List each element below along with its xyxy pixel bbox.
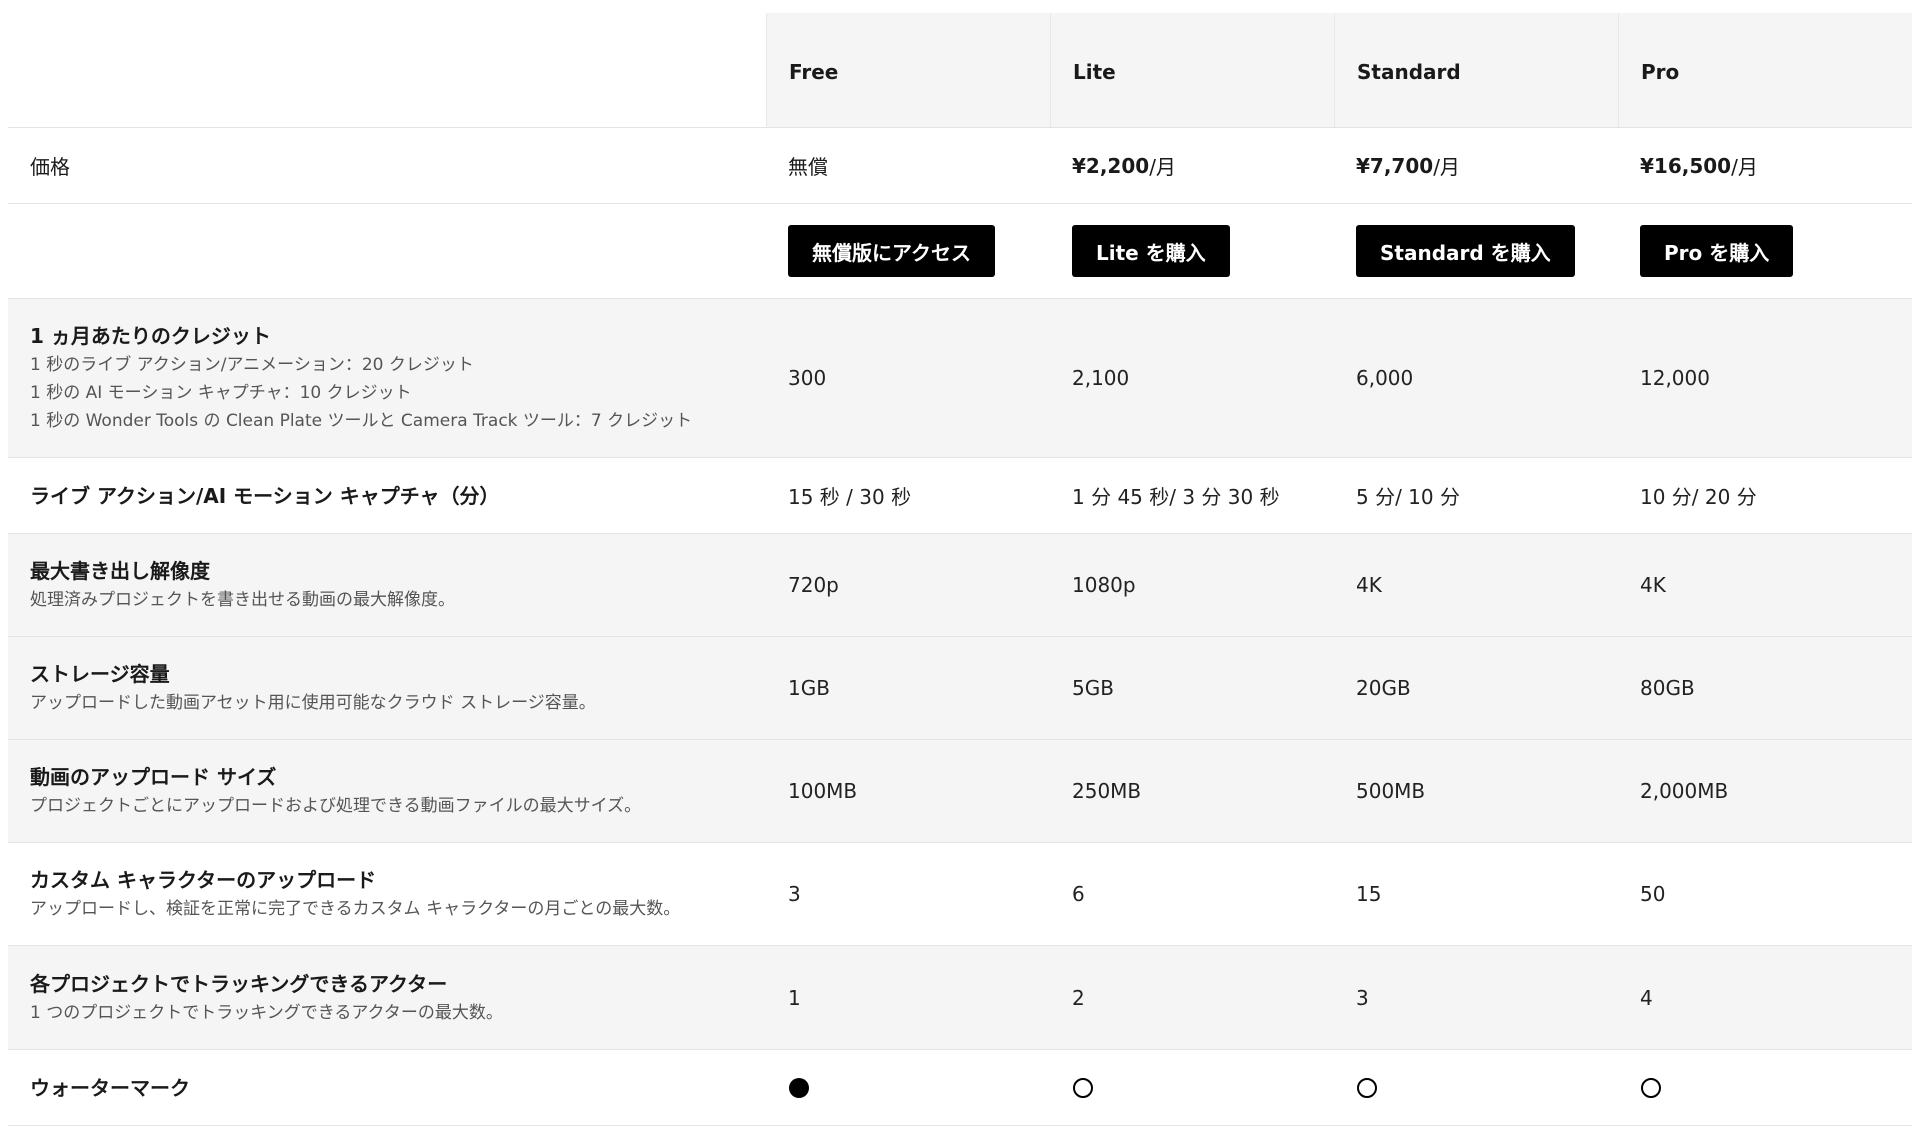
button-cell-lite: Lite を購入 <box>1050 204 1334 298</box>
buy-buttons-row: 無償版にアクセス Lite を購入 Standard を購入 Pro を購入 <box>8 204 1912 299</box>
feature-row-upload-size: 動画のアップロード サイズ プロジェクトごとにアップロードおよび処理できる動画フ… <box>8 740 1912 843</box>
watermark-lite <box>1050 1050 1334 1125</box>
feature-title: ウォーターマーク <box>30 1075 190 1100</box>
access-free-button[interactable]: 無償版にアクセス <box>788 225 995 277</box>
value-free: 3 <box>788 882 801 906</box>
value-pro: 4K <box>1640 573 1666 597</box>
value-standard: 5 分/ 10 分 <box>1356 485 1460 509</box>
feature-title: ストレージ容量 <box>30 662 170 686</box>
plan-name-pro: Pro <box>1618 13 1912 127</box>
feature-desc: 処理済みプロジェクトを書き出せる動画の最大解像度。 <box>30 590 455 610</box>
price-standard: ¥7,700/月 <box>1334 128 1618 203</box>
feature-label: ウォーターマーク <box>8 1050 766 1125</box>
feature-desc: 1 秒の Wonder Tools の Clean Plate ツールと Cam… <box>30 411 693 431</box>
buy-lite-button[interactable]: Lite を購入 <box>1072 225 1230 277</box>
value-lite: 5GB <box>1072 676 1114 700</box>
button-cell-free: 無償版にアクセス <box>766 204 1050 298</box>
header-empty-cell <box>8 13 766 127</box>
feature-label: 動画のアップロード サイズ プロジェクトごとにアップロードおよび処理できる動画フ… <box>8 740 766 842</box>
feature-label: ストレージ容量 アップロードした動画アセット用に使用可能なクラウド ストレージ容… <box>8 637 766 739</box>
feature-row-storage: ストレージ容量 アップロードした動画アセット用に使用可能なクラウド ストレージ容… <box>8 637 1912 740</box>
price-lite: ¥2,200/月 <box>1050 128 1334 203</box>
feature-desc: 1 秒のライブ アクション/アニメーション：20 クレジット <box>30 355 474 375</box>
value-free: 100MB <box>788 779 858 803</box>
price-suffix: /月 <box>1433 155 1460 179</box>
value-standard: 15 <box>1356 882 1382 906</box>
price-label: 価格 <box>30 155 70 179</box>
value-standard: 4K <box>1356 573 1382 597</box>
feature-label: 各プロジェクトでトラッキングできるアクター 1 つのプロジェクトでトラッキングで… <box>8 946 766 1049</box>
feature-row-credits: 1 ヵ月あたりのクレジット 1 秒のライブ アクション/アニメーション：20 ク… <box>8 299 1912 458</box>
feature-row-actors: 各プロジェクトでトラッキングできるアクター 1 つのプロジェクトでトラッキングで… <box>8 946 1912 1050</box>
value-lite: 2,100 <box>1072 366 1130 390</box>
value-lite: 6 <box>1072 882 1085 906</box>
feature-title: ライブ アクション/AI モーション キャプチャ（分） <box>30 483 500 508</box>
filled-circle-icon <box>789 1077 809 1098</box>
feature-row-resolution: 最大書き出し解像度 処理済みプロジェクトを書き出せる動画の最大解像度。 720p… <box>8 534 1912 637</box>
value-free: 1GB <box>788 676 830 700</box>
feature-title: 1 ヵ月あたりのクレジット <box>30 324 271 348</box>
price-pro: ¥16,500/月 <box>1618 128 1912 203</box>
value-standard: 3 <box>1356 985 1369 1010</box>
plan-comparison-table: Free Lite Standard Pro 価格 無償 ¥2,200/月 ¥7… <box>8 13 1912 1126</box>
price-suffix: /月 <box>1731 155 1758 179</box>
feature-row-custom-characters: カスタム キャラクターのアップロード アップロードし、検証を正常に完了できるカス… <box>8 843 1912 946</box>
empty-circle-icon <box>1357 1077 1377 1098</box>
value-free: 720p <box>788 573 839 597</box>
value-lite: 1080p <box>1072 573 1136 597</box>
feature-desc: アップロードした動画アセット用に使用可能なクラウド ストレージ容量。 <box>30 693 596 713</box>
value-pro: 80GB <box>1640 676 1695 700</box>
feature-row-live-action: ライブ アクション/AI モーション キャプチャ（分） 15 秒 / 30 秒 … <box>8 458 1912 534</box>
feature-title: 各プロジェクトでトラッキングできるアクター <box>30 971 448 996</box>
feature-title: カスタム キャラクターのアップロード <box>30 868 377 892</box>
feature-desc: プロジェクトごとにアップロードおよび処理できる動画ファイルの最大サイズ。 <box>30 796 642 816</box>
price-free: 無償 <box>766 128 1050 203</box>
price-amount: ¥2,200 <box>1072 153 1150 178</box>
feature-label: カスタム キャラクターのアップロード アップロードし、検証を正常に完了できるカス… <box>8 843 766 945</box>
feature-label: 最大書き出し解像度 処理済みプロジェクトを書き出せる動画の最大解像度。 <box>8 534 766 636</box>
price-suffix: /月 <box>1149 155 1176 179</box>
value-free: 300 <box>788 366 827 390</box>
feature-title: 動画のアップロード サイズ <box>30 765 277 789</box>
empty-circle-icon <box>1073 1077 1093 1098</box>
feature-desc: 1 つのプロジェクトでトラッキングできるアクターの最大数。 <box>30 1002 503 1023</box>
value-standard: 500MB <box>1356 779 1426 803</box>
value-lite: 250MB <box>1072 779 1142 803</box>
plan-name-free: Free <box>766 13 1050 127</box>
plan-name-standard: Standard <box>1334 13 1618 127</box>
watermark-free <box>766 1050 1050 1125</box>
feature-title: 最大書き出し解像度 <box>30 559 210 583</box>
value-pro: 4 <box>1640 985 1653 1010</box>
value-free: 1 <box>788 985 801 1010</box>
plan-header-row: Free Lite Standard Pro <box>8 13 1912 128</box>
price-row: 価格 無償 ¥2,200/月 ¥7,700/月 ¥16,500/月 <box>8 128 1912 204</box>
value-pro: 2,000MB <box>1640 779 1729 803</box>
plan-name-lite: Lite <box>1050 13 1334 127</box>
button-cell-standard: Standard を購入 <box>1334 204 1618 298</box>
value-lite: 1 分 45 秒/ 3 分 30 秒 <box>1072 485 1280 509</box>
value-pro: 10 分/ 20 分 <box>1640 485 1757 509</box>
value-pro: 50 <box>1640 882 1666 906</box>
value-pro: 12,000 <box>1640 366 1710 390</box>
price-amount: ¥16,500 <box>1640 153 1732 178</box>
watermark-pro <box>1618 1050 1912 1125</box>
price-amount: ¥7,700 <box>1356 153 1434 178</box>
feature-label: ライブ アクション/AI モーション キャプチャ（分） <box>8 458 766 533</box>
value-free: 15 秒 / 30 秒 <box>788 485 912 509</box>
value-standard: 6,000 <box>1356 366 1414 390</box>
buttons-empty-cell <box>8 204 766 298</box>
feature-label: 1 ヵ月あたりのクレジット 1 秒のライブ アクション/アニメーション：20 ク… <box>8 299 766 457</box>
buy-standard-button[interactable]: Standard を購入 <box>1356 225 1575 277</box>
buy-pro-button[interactable]: Pro を購入 <box>1640 225 1794 277</box>
value-standard: 20GB <box>1356 676 1411 700</box>
feature-row-watermark: ウォーターマーク <box>8 1050 1912 1126</box>
button-cell-pro: Pro を購入 <box>1618 204 1912 298</box>
feature-desc: アップロードし、検証を正常に完了できるカスタム キャラクターの月ごとの最大数。 <box>30 899 681 919</box>
watermark-standard <box>1334 1050 1618 1125</box>
empty-circle-icon <box>1641 1077 1661 1098</box>
price-amount: 無償 <box>788 155 828 179</box>
value-lite: 2 <box>1072 985 1085 1010</box>
feature-desc: 1 秒の AI モーション キャプチャ：10 クレジット <box>30 383 412 403</box>
